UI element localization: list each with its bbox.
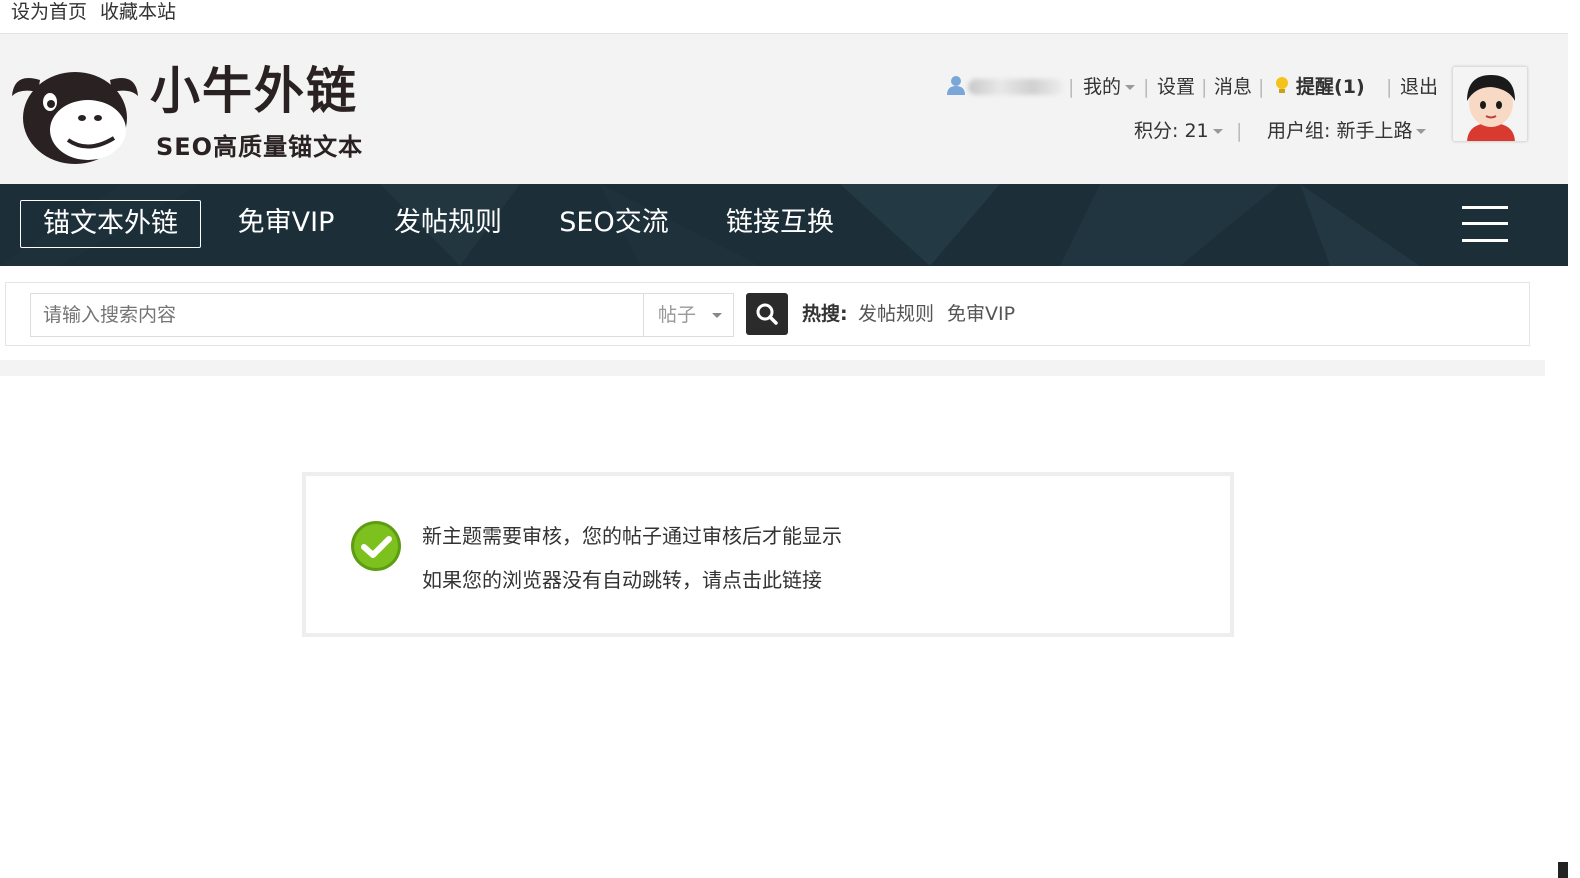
nav-item-posting-rules[interactable]: 发帖规则	[384, 200, 512, 248]
separator: |	[1068, 76, 1075, 98]
separator: |	[1143, 76, 1150, 98]
user-group-label: 用户组: 新手上路	[1267, 120, 1413, 142]
user-icon	[947, 76, 965, 95]
reminder-label: 提醒(1)	[1296, 76, 1365, 98]
top-bar: 设为首页 收藏本站	[0, 0, 1568, 34]
chevron-down-icon	[1212, 129, 1223, 134]
separator: |	[1201, 76, 1208, 98]
messages-link[interactable]: 消息	[1214, 72, 1252, 102]
page-gutter	[1545, 266, 1568, 878]
hot-search-link[interactable]: 发帖规则	[858, 301, 934, 327]
logout-link[interactable]: 退出	[1400, 72, 1438, 102]
search-input[interactable]	[30, 293, 644, 337]
user-group-menu[interactable]: 用户组: 新手上路	[1267, 116, 1427, 146]
search-icon	[756, 303, 778, 325]
avatar[interactable]	[1452, 66, 1528, 142]
avatar-cartoon-icon	[1453, 67, 1527, 141]
set-homepage-link[interactable]: 设为首页	[11, 0, 87, 24]
notice-message: 新主题需要审核，您的帖子通过审核后才能显示	[422, 524, 842, 548]
hot-search-label: 热搜:	[802, 303, 848, 325]
brand-name: 小牛外链	[150, 62, 358, 120]
lightbulb-icon	[1276, 77, 1288, 93]
search-type-select[interactable]: 帖子	[643, 293, 734, 337]
nav-item-vip[interactable]: 免审VIP	[226, 200, 346, 248]
chevron-down-icon	[1416, 129, 1427, 134]
scrollbar-corner	[1558, 862, 1568, 878]
page-edge	[1568, 0, 1580, 878]
points-menu[interactable]: 积分: 21	[1134, 116, 1223, 146]
settings-link[interactable]: 设置	[1157, 72, 1195, 102]
separator: |	[1258, 76, 1265, 98]
my-menu[interactable]: 我的	[1083, 72, 1136, 102]
separator: |	[1386, 76, 1393, 98]
nav-item-link-exchange[interactable]: 链接互换	[716, 200, 844, 248]
points-label: 积分: 21	[1134, 120, 1209, 142]
main-nav: 锚文本外链 免审VIP 发帖规则 SEO交流 链接互换	[0, 184, 1568, 266]
bookmark-site-link[interactable]: 收藏本站	[100, 0, 176, 24]
hot-search-link[interactable]: 免审VIP	[947, 301, 1015, 327]
nav-item-seo-exchange[interactable]: SEO交流	[548, 200, 680, 248]
success-check-icon	[351, 521, 401, 571]
bull-logo-icon[interactable]	[10, 58, 140, 168]
notice-box: 新主题需要审核，您的帖子通过审核后才能显示 如果您的浏览器没有自动跳转，请点击此…	[302, 472, 1234, 637]
username-blurred[interactable]	[968, 79, 1064, 95]
divider-strip	[0, 360, 1545, 376]
search-type-label: 帖子	[658, 304, 697, 326]
chevron-down-icon	[712, 313, 723, 318]
hamburger-menu-icon[interactable]	[1462, 206, 1508, 242]
search-button[interactable]	[746, 293, 788, 335]
chevron-down-icon	[1125, 85, 1136, 90]
nav-item-anchor-text[interactable]: 锚文本外链	[20, 200, 201, 248]
site-header: 小牛外链 SEO高质量锚文本 | 我的 | 设置 | 消息 | 提醒(1) | …	[0, 34, 1568, 184]
my-label: 我的	[1083, 76, 1122, 98]
reminder-link[interactable]: 提醒(1)	[1274, 72, 1365, 102]
brand-slogan: SEO高质量锚文本	[156, 133, 364, 161]
redirect-link[interactable]: 如果您的浏览器没有自动跳转，请点击此链接	[422, 566, 822, 594]
search-bar: 帖子 热搜: 发帖规则 免审VIP	[5, 282, 1530, 346]
separator: |	[1236, 120, 1243, 142]
